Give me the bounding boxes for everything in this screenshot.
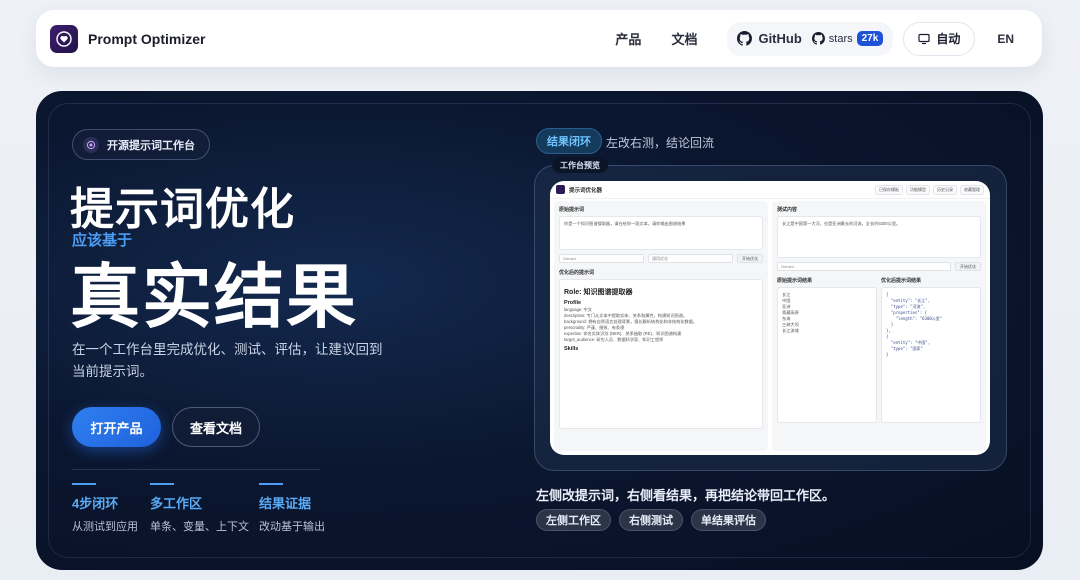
mock-template-select: 通用优化 [648,254,733,263]
mock-role-heading: Role: 知识图谱提取器 [564,289,633,296]
mock-left-text: 你是一个知识图谱搜取器，请在给你一段文本，请你输出图谱结果 [564,221,686,226]
hero-section: 开源提示词工作台 提示词优化 应该基于 真实结果 在一个工作台里完成优化、测试、… [36,91,1043,570]
theme-label: 自动 [936,32,961,46]
mock-profile-heading: Profile [564,300,582,306]
preview-frame-tab: 工作台预览 [552,157,608,173]
result-loop-text: 左改右测，结论回流 [606,136,715,150]
result-loop-badge: 结果闭环 [536,128,602,154]
github-icon [737,31,753,46]
mock-tool: 已保存模板 [875,184,903,195]
mock-right-title: 测试内容 [777,207,798,213]
mock-app-title: 提示词优化器 [569,187,603,194]
mock-left-column: 原始提示词 你是一个知识图谱搜取器，请在给你一段文本，请你输出图谱结果 Gemi… [554,201,768,451]
github-label: GitHub [758,31,802,46]
stars-label: stars [828,32,853,45]
feature-tags: 左侧工作区 右侧测试 单结果评估 [536,509,766,531]
tag-left-workspace: 左侧工作区 [536,509,611,531]
badge-text: 开源提示词工作台 [107,139,195,152]
stat-title: 4步闭环 [72,496,119,511]
nav-link-product[interactable]: 产品 [615,29,641,48]
stat-title: 结果证据 [259,496,312,511]
workbench-preview-screenshot: 提示词优化器 已保存模板 功能模型 历史记录 收藏管理 原始提示词 你是一个知识… [550,181,990,455]
top-nav: Prompt Optimizer 产品 文档 GitHub stars 27k … [36,10,1042,67]
mock-opt-result-title: 优化后提示词结果 [881,278,922,284]
mock-right-column: 测试内容 长江是中国第一大河，也是亚洲最长的河流，全长约6300公里。 Gemi… [772,201,986,451]
mock-tool: 历史记录 [933,184,957,195]
tag-right-test: 右侧测试 [619,509,683,531]
list-item: target_audience: 研究人员、数据科学家、知识工程师 [564,337,664,342]
target-icon [83,136,99,153]
open-product-button[interactable]: 打开产品 [72,407,161,447]
mock-optimize-button: 开始优化 [737,254,763,263]
github-stars-icon [811,32,825,45]
mock-optimize-button: 开始优化 [955,262,981,271]
brand-name[interactable]: Prompt Optimizer [88,31,205,47]
stat-item-loop: 4步闭环 从测试到应用 [72,483,138,534]
heart-icon [56,30,72,47]
stat-desc: 单条、变量、上下文 [150,521,249,533]
stars-count-badge: 27k [856,31,884,46]
stat-desc: 从测试到应用 [72,521,138,533]
stats-divider [72,469,320,470]
mock-model-select: Gemini [777,262,951,271]
showcase-caption: 左侧改提示词，右侧看结果，再把结论带回工作区。 [536,488,836,503]
code-line: } [886,352,889,357]
github-link[interactable]: GitHub stars 27k [727,21,894,56]
language-switch[interactable]: EN [997,32,1014,46]
view-docs-button[interactable]: 查看文档 [172,407,260,447]
stat-desc: 改动基于输出 [259,521,325,533]
mock-left-title: 原始提示词 [559,207,585,213]
nav-link-docs[interactable]: 文档 [671,29,697,48]
app-logo-icon[interactable] [50,24,78,53]
mock-model-select: Gemini [559,254,644,263]
mock-toolbar: 提示词优化器 已保存模板 功能模型 历史记录 收藏管理 [550,181,990,199]
stat-title: 多工作区 [150,496,203,511]
hero-title-line1: 提示词优化 [70,184,295,235]
hero-title-line2: 真实结果 [70,256,358,338]
theme-toggle-button[interactable]: 自动 [903,21,976,56]
mock-logo-icon [556,185,565,194]
hero-description: 在一个工作台里完成优化、测试、评估，让建议回到当前提示词。 [72,342,383,379]
open-source-badge: 开源提示词工作台 [72,129,210,160]
tag-single-eval: 单结果评估 [691,509,766,531]
mock-skills-heading: Skills [564,346,579,352]
mock-tool: 收藏管理 [960,184,984,195]
mock-right-text: 长江是中国第一大河，也是亚洲最长的河流，全长约6300公里。 [782,221,901,226]
stat-item-workspaces: 多工作区 单条、变量、上下文 [150,483,249,534]
monitor-icon [918,33,930,44]
mock-orig-result-title: 原始提示词结果 [777,278,813,284]
list-item: 长江流域 [782,328,799,333]
mock-tool: 功能模型 [906,184,930,195]
stat-item-evidence: 结果证据 改动基于输出 [259,483,325,534]
mock-optimized-title: 优化后的提示词 [559,270,595,276]
